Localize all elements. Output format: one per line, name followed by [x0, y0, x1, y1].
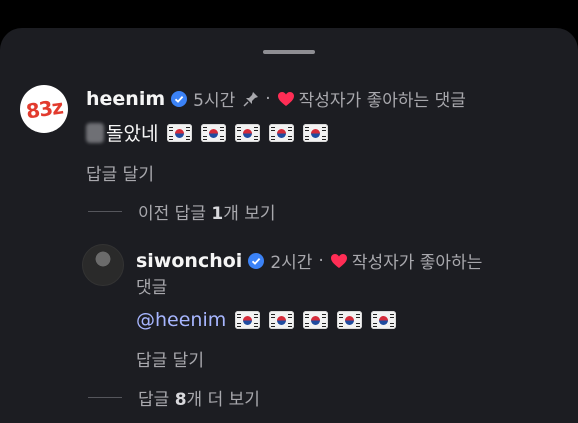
heart-icon: [330, 253, 347, 268]
comment-text: 돌았네: [106, 123, 159, 145]
meta-separator: ·: [265, 88, 271, 109]
kr-flag-icon: [371, 311, 397, 329]
comment-header: heenim 5시간 · 작성자가 좋아하는 댓글: [86, 86, 466, 112]
heart-icon: [277, 91, 294, 106]
view-more-prefix: 답글: [138, 390, 175, 410]
view-previous-prefix: 이전 답글: [138, 204, 212, 224]
pin-icon: [243, 91, 259, 107]
kr-flag-icon: [201, 123, 227, 142]
verified-badge-icon: [248, 252, 265, 269]
username[interactable]: heenim: [86, 88, 165, 110]
kr-flag-icon: [235, 311, 261, 329]
thread-line: [88, 397, 122, 398]
reply-button[interactable]: 답글 달기: [136, 346, 204, 371]
view-previous-replies[interactable]: 이전 답글 1개 보기: [88, 199, 276, 224]
reply-username[interactable]: siwonchoi: [136, 250, 242, 272]
liked-by-author-label-cont: 댓글: [136, 278, 168, 298]
avatar-logo-text: 83z: [24, 94, 64, 124]
mention-link[interactable]: @heenim: [136, 309, 226, 331]
kr-flag-icon: [269, 123, 295, 142]
kr-flag-icon: [167, 123, 193, 142]
verified-badge-icon: [171, 90, 188, 107]
reply-header: siwonchoi 2시간 · 작성자가 좋아하는: [136, 248, 483, 274]
view-previous-count: 1: [211, 204, 224, 224]
view-more-replies[interactable]: 답글 8개 더 보기: [88, 385, 260, 410]
reply-body: @heenim: [136, 309, 397, 331]
reply-time: 2시간: [270, 253, 313, 273]
thread-line: [88, 211, 122, 212]
view-more-suffix: 개 더 보기: [186, 390, 260, 410]
kr-flag-icon: [337, 311, 363, 329]
view-previous-suffix: 개 보기: [223, 204, 276, 224]
view-more-count: 8: [174, 390, 187, 410]
drag-handle[interactable]: [263, 50, 315, 54]
reply-button[interactable]: 답글 달기: [86, 160, 154, 185]
blurred-text: [86, 122, 104, 143]
comment-body: 돌았네: [86, 119, 329, 146]
liked-by-author-label: 작성자가 좋아하는: [351, 253, 483, 273]
kr-flag-icon: [269, 311, 295, 329]
meta-separator: ·: [318, 250, 324, 271]
kr-flag-icon: [235, 123, 261, 142]
kr-flag-icon: [303, 311, 329, 329]
liked-by-author-label: 작성자가 좋아하는 댓글: [298, 91, 466, 111]
avatar[interactable]: 83z: [20, 85, 68, 133]
reply-avatar[interactable]: [82, 244, 124, 286]
comment-time: 5시간: [193, 91, 236, 111]
kr-flag-icon: [303, 123, 329, 142]
